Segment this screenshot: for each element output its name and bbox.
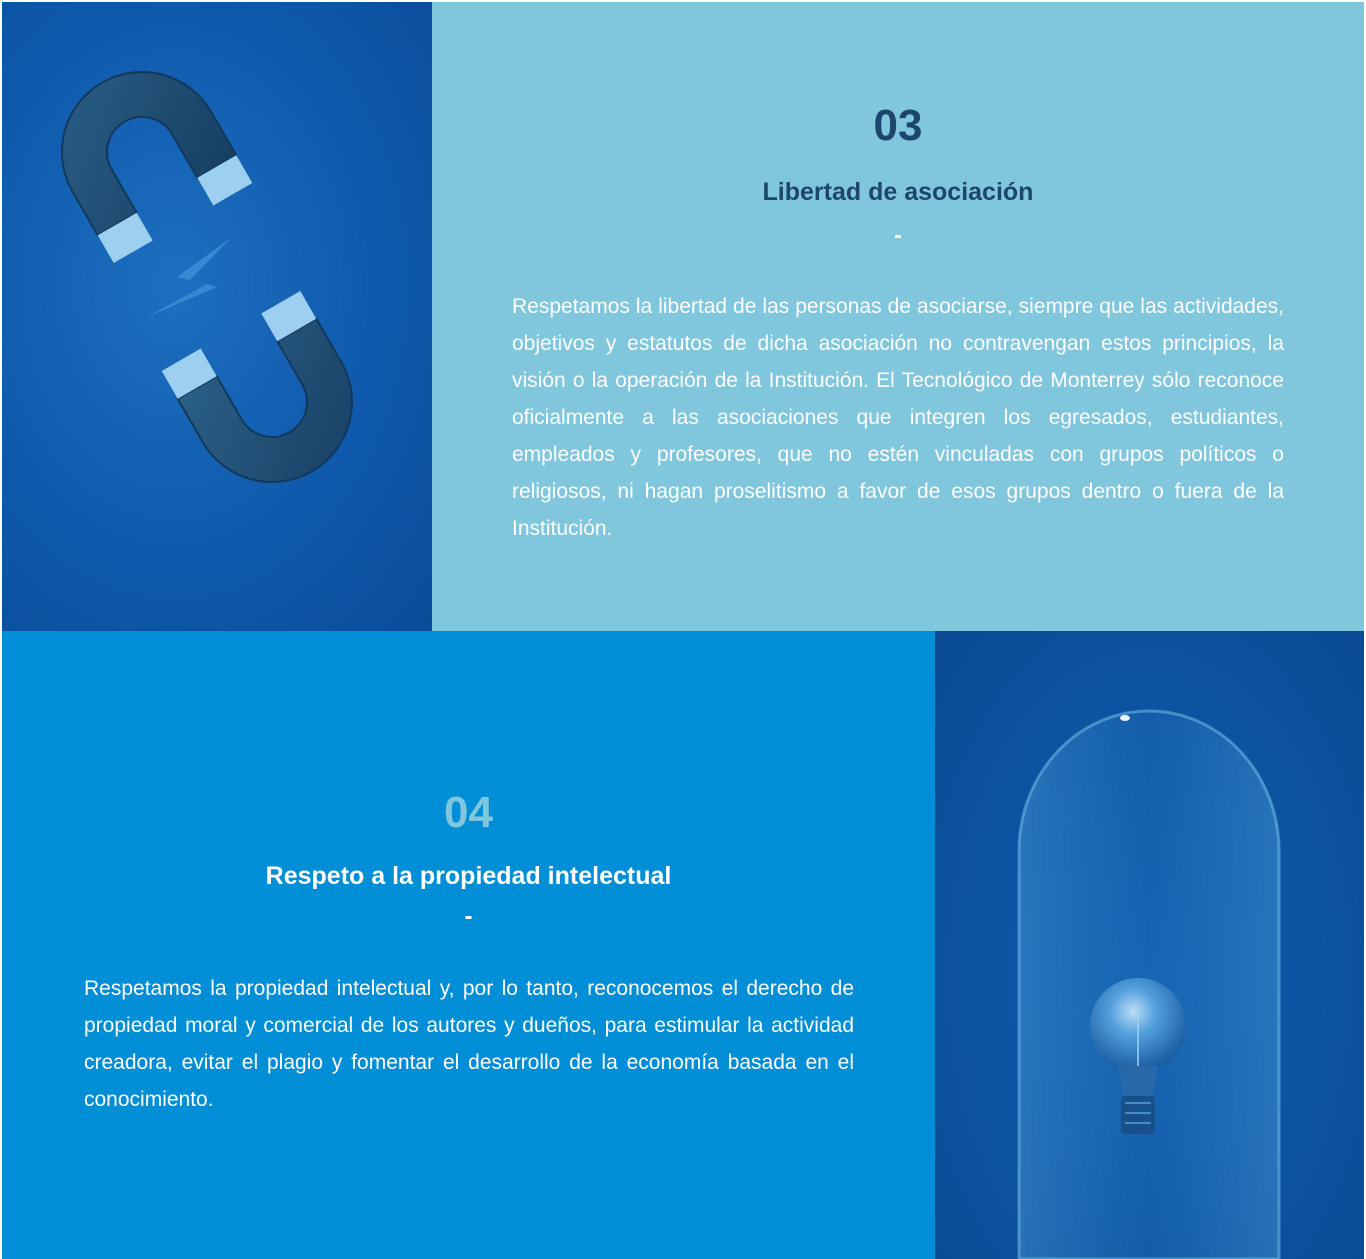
section-04: 04 Respeto a la propiedad intelectual - … [0,631,1366,1259]
text-panel-03: 03 Libertad de asociación - Respetamos l… [432,2,1364,631]
lightbulb-in-glass-dome-icon [1017,709,1281,1259]
section-number: 03 [873,101,923,150]
magnets-icon [61,71,353,483]
section-title: Libertad de asociación [762,178,1034,206]
title-separator: - [464,903,473,930]
section-title: Respeto a la propiedad intelectual [265,862,672,890]
section-03: 03 Libertad de asociación - Respetamos l… [0,0,1366,631]
section-body: Respetamos la libertad de las personas d… [512,295,1284,540]
text-panel-04: 04 Respeto a la propiedad intelectual - … [2,631,935,1259]
magnets-image [2,2,432,631]
lightbulb-image [935,631,1364,1259]
page: 03 Libertad de asociación - Respetamos l… [0,0,1366,1259]
section-body: Respetamos la propiedad intelectual y, p… [84,977,854,1111]
title-separator: - [894,222,902,249]
section-number: 04 [444,788,493,837]
